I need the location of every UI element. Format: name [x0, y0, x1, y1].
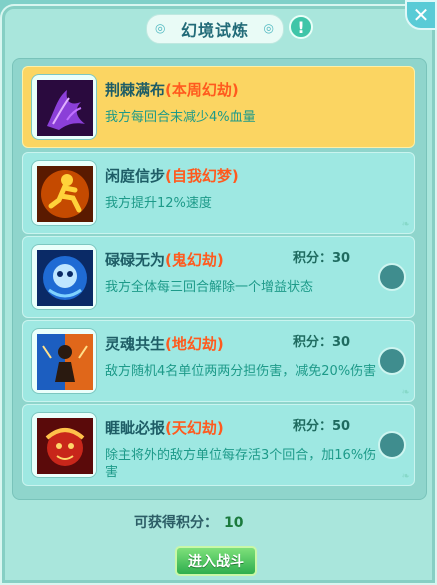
trial-score: 积分：30	[293, 251, 351, 266]
trial-description: 除主将外的敌方单位每存活3个回合，加16%伤害	[105, 448, 377, 480]
thorn-claw-icon	[31, 74, 97, 140]
points-label: 可获得积分：	[134, 515, 218, 531]
close-icon: ✕	[412, 3, 430, 27]
trial-title: 闲庭信步	[105, 167, 166, 185]
trial-title: 碌碌无为	[105, 251, 166, 269]
help-button[interactable]: !	[289, 15, 313, 39]
exclamation-icon: !	[297, 17, 305, 37]
trial-description: 我方全体每三回合解除一个增益状态	[105, 280, 314, 295]
trial-name: 闲庭信步(自我幻梦)	[105, 165, 239, 186]
ghost-face-icon	[31, 244, 97, 310]
swirl-left-icon: ◎	[155, 21, 167, 35]
leaf-ornament-icon: ❧	[401, 471, 410, 482]
trial-tag: (地幻劫)	[165, 335, 224, 353]
trial-card-4[interactable]: 睚眦必报(天幻劫) 积分：50 除主将外的敌方单位每存活3个回合，加16%伤害 …	[22, 404, 415, 486]
trial-description: 我方提升12%速度	[105, 196, 212, 211]
select-toggle[interactable]	[378, 431, 406, 459]
trial-tag: (本周幻劫)	[165, 81, 239, 99]
trial-card-3[interactable]: 灵魂共生(地幻劫) 积分：30 敌方随机4名单位两两分担伤害，减免20%伤害 ❧	[22, 320, 415, 402]
points-summary: 可获得积分： 10	[134, 512, 243, 532]
close-button[interactable]: ✕	[405, 0, 437, 30]
trial-title: 睚眦必报	[105, 419, 166, 437]
title-banner: ◎ 幻境试炼 ◎	[146, 14, 284, 44]
trial-description: 我方每回合末减少4%血量	[105, 110, 256, 125]
trial-score: 积分：50	[293, 419, 351, 434]
trial-card-1[interactable]: 闲庭信步(自我幻梦) 我方提升12%速度 ❧	[22, 152, 415, 234]
trial-title: 荆棘满布	[105, 81, 166, 99]
trial-tag: (天幻劫)	[165, 419, 224, 437]
enter-battle-button[interactable]: 进入战斗	[175, 546, 257, 576]
trial-card-2[interactable]: 碌碌无为(鬼幻劫) 积分：30 我方全体每三回合解除一个增益状态	[22, 236, 415, 318]
trial-title: 灵魂共生	[105, 335, 166, 353]
trial-name: 荆棘满布(本周幻劫)	[105, 79, 239, 100]
swirl-right-icon: ◎	[263, 21, 275, 35]
page-title: 幻境试炼	[180, 21, 249, 40]
leaf-ornament-icon: ❧	[401, 387, 410, 398]
leaf-ornament-icon: ❧	[401, 219, 410, 230]
trial-description: 敌方随机4名单位两两分担伤害，减免20%伤害	[105, 364, 377, 379]
trial-name: 碌碌无为(鬼幻劫)	[105, 249, 224, 270]
points-value: 10	[224, 515, 244, 531]
select-toggle[interactable]	[378, 263, 406, 291]
twin-soul-icon	[31, 328, 97, 394]
running-figure-icon	[31, 160, 97, 226]
vengeful-beast-icon	[31, 412, 97, 478]
trial-tag: (鬼幻劫)	[165, 251, 224, 269]
trial-card-0[interactable]: 荆棘满布(本周幻劫) 我方每回合末减少4%血量	[22, 66, 415, 148]
trial-score: 积分：30	[293, 335, 351, 350]
trial-name: 睚眦必报(天幻劫)	[105, 417, 224, 438]
select-toggle[interactable]	[378, 347, 406, 375]
trial-name: 灵魂共生(地幻劫)	[105, 333, 224, 354]
trial-tag: (自我幻梦)	[165, 167, 239, 185]
